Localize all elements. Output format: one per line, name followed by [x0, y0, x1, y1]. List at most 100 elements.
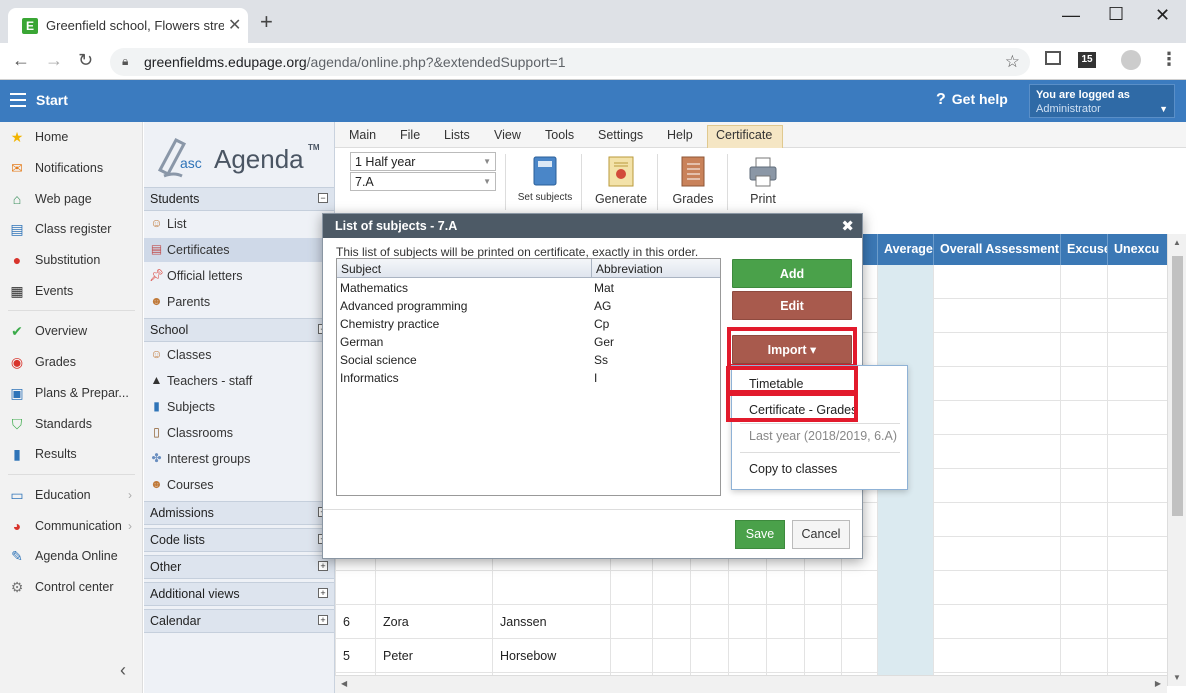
cancel-button[interactable]: Cancel	[792, 520, 850, 549]
table-cell[interactable]	[690, 605, 728, 639]
list-item[interactable]: Social science Ss	[337, 351, 720, 369]
nav-item-plans[interactable]: ▣ Plans & Prepar...	[0, 381, 143, 407]
calendar-extension-icon[interactable]: 15	[1078, 52, 1096, 68]
list-item[interactable]: Informatics I	[337, 369, 720, 387]
table-cell[interactable]	[766, 571, 804, 605]
list-item[interactable]: German Ger	[337, 333, 720, 351]
table-cell[interactable]: 5	[335, 639, 375, 673]
table-cell[interactable]	[877, 537, 933, 571]
table-cell[interactable]	[1107, 503, 1167, 537]
menu-view[interactable]: View	[494, 128, 521, 142]
period-select[interactable]: 1 Half year ▼	[350, 152, 496, 171]
grades-button[interactable]: Grades	[665, 156, 721, 212]
close-icon[interactable]: ✖	[841, 217, 854, 235]
expand-section-icon[interactable]: +	[318, 588, 328, 598]
back-icon[interactable]: ←	[12, 50, 30, 71]
nav-item-grades[interactable]: ◉ Grades	[0, 350, 143, 376]
table-cell[interactable]	[933, 605, 1060, 639]
start-button[interactable]: Start	[36, 92, 68, 108]
menu-item-copy-to-classes[interactable]: Copy to classes	[732, 456, 907, 480]
table-cell[interactable]: Janssen	[492, 605, 610, 639]
table-cell[interactable]	[335, 571, 375, 605]
table-cell[interactable]	[933, 571, 1060, 605]
table-cell[interactable]	[841, 571, 877, 605]
bookmark-star-icon[interactable]: ☆	[1005, 52, 1020, 72]
sidebar-item-official-letters[interactable]: 📌︎ Official letters	[144, 264, 334, 288]
nav-item-substitution[interactable]: ● Substitution	[0, 248, 143, 274]
print-button[interactable]: Print	[735, 156, 791, 212]
table-cell[interactable]	[1060, 503, 1107, 537]
table-row[interactable]	[335, 571, 1167, 605]
forward-icon[interactable]: →	[45, 50, 63, 71]
table-cell[interactable]	[933, 435, 1060, 469]
get-help-button[interactable]: ? Get help	[936, 91, 1008, 109]
table-cell[interactable]	[1107, 571, 1167, 605]
sidebar-item-list[interactable]: ☺ List	[144, 212, 334, 236]
list-item[interactable]: Mathematics Mat	[337, 279, 720, 297]
scroll-right-icon[interactable]: ▶	[1155, 679, 1161, 688]
scroll-up-icon[interactable]: ▲	[1173, 238, 1181, 247]
table-cell[interactable]	[804, 639, 841, 673]
user-menu[interactable]: You are logged as Administrator ▼	[1029, 84, 1175, 118]
table-cell[interactable]	[1060, 639, 1107, 673]
add-button[interactable]: Add	[732, 259, 852, 288]
table-cell[interactable]	[933, 367, 1060, 401]
table-cell[interactable]	[1060, 367, 1107, 401]
minimize-icon[interactable]: —	[1062, 5, 1080, 26]
table-cell[interactable]	[933, 265, 1060, 299]
column-header-overall-assessment[interactable]: Overall Assessment	[933, 234, 1060, 265]
table-cell[interactable]	[728, 571, 766, 605]
table-cell[interactable]	[933, 299, 1060, 333]
browser-menu-icon[interactable]: ⋮	[1160, 49, 1178, 70]
table-cell[interactable]	[1060, 435, 1107, 469]
browser-tab[interactable]: E Greenfield school, Flowers street ✕	[8, 8, 248, 43]
menu-certificate[interactable]: Certificate	[716, 128, 772, 142]
table-cell[interactable]	[877, 333, 933, 367]
horizontal-scrollbar[interactable]: ◀ ▶	[335, 675, 1167, 693]
table-cell[interactable]	[728, 605, 766, 639]
table-cell[interactable]	[877, 571, 933, 605]
save-button[interactable]: Save	[735, 520, 785, 549]
scroll-left-icon[interactable]: ◀	[341, 679, 347, 688]
table-cell[interactable]	[1060, 469, 1107, 503]
table-cell[interactable]	[804, 571, 841, 605]
nav-item-results[interactable]: ▮ Results	[0, 442, 143, 468]
sidebar-item-classes[interactable]: ☺ Classes	[144, 343, 334, 367]
menu-tools[interactable]: Tools	[545, 128, 574, 142]
section-code-lists[interactable]: Code lists+	[144, 528, 334, 552]
table-cell[interactable]	[933, 401, 1060, 435]
list-item[interactable]: Chemistry practice Cp	[337, 315, 720, 333]
table-cell[interactable]	[492, 571, 610, 605]
vertical-scrollbar[interactable]: ▲ ▼	[1167, 234, 1186, 686]
table-cell[interactable]	[610, 605, 652, 639]
table-cell[interactable]	[766, 639, 804, 673]
section-additional-views[interactable]: Additional views +	[144, 582, 334, 606]
section-other[interactable]: Other +	[144, 555, 334, 579]
table-cell[interactable]	[841, 639, 877, 673]
sidebar-item-certificates[interactable]: ▤ Certificates	[144, 238, 334, 262]
table-cell[interactable]	[652, 571, 690, 605]
sidebar-item-subjects[interactable]: ▮ Subjects	[144, 395, 334, 419]
table-cell[interactable]	[877, 265, 933, 299]
nav-item-standards[interactable]: ⛉ Standards	[0, 412, 143, 438]
column-header-abbreviation[interactable]: Abbreviation	[591, 259, 663, 278]
nav-item-education[interactable]: ▭ Education ›	[0, 483, 143, 509]
nav-item-home[interactable]: ★ Home	[0, 125, 143, 151]
list-item[interactable]: Advanced programming AG	[337, 297, 720, 315]
table-cell[interactable]	[1060, 265, 1107, 299]
menu-item-last-year[interactable]: Last year (2018/2019, 6.A)	[732, 423, 907, 447]
table-cell[interactable]	[1060, 299, 1107, 333]
nav-item-overview[interactable]: ✔ Overview	[0, 319, 143, 345]
table-cell[interactable]	[933, 503, 1060, 537]
menu-main[interactable]: Main	[349, 128, 376, 142]
table-cell[interactable]	[1060, 401, 1107, 435]
nav-item-agenda-online[interactable]: ✎ Agenda Online	[0, 544, 143, 570]
nav-item-control-center[interactable]: ⚙ Control center	[0, 575, 143, 601]
profile-avatar-icon[interactable]	[1121, 50, 1141, 70]
table-cell[interactable]	[877, 299, 933, 333]
table-cell[interactable]	[933, 639, 1060, 673]
table-cell[interactable]	[877, 639, 933, 673]
scroll-down-icon[interactable]: ▼	[1173, 673, 1181, 682]
hamburger-menu-icon[interactable]	[10, 93, 26, 107]
screen-capture-icon[interactable]	[1045, 51, 1061, 65]
